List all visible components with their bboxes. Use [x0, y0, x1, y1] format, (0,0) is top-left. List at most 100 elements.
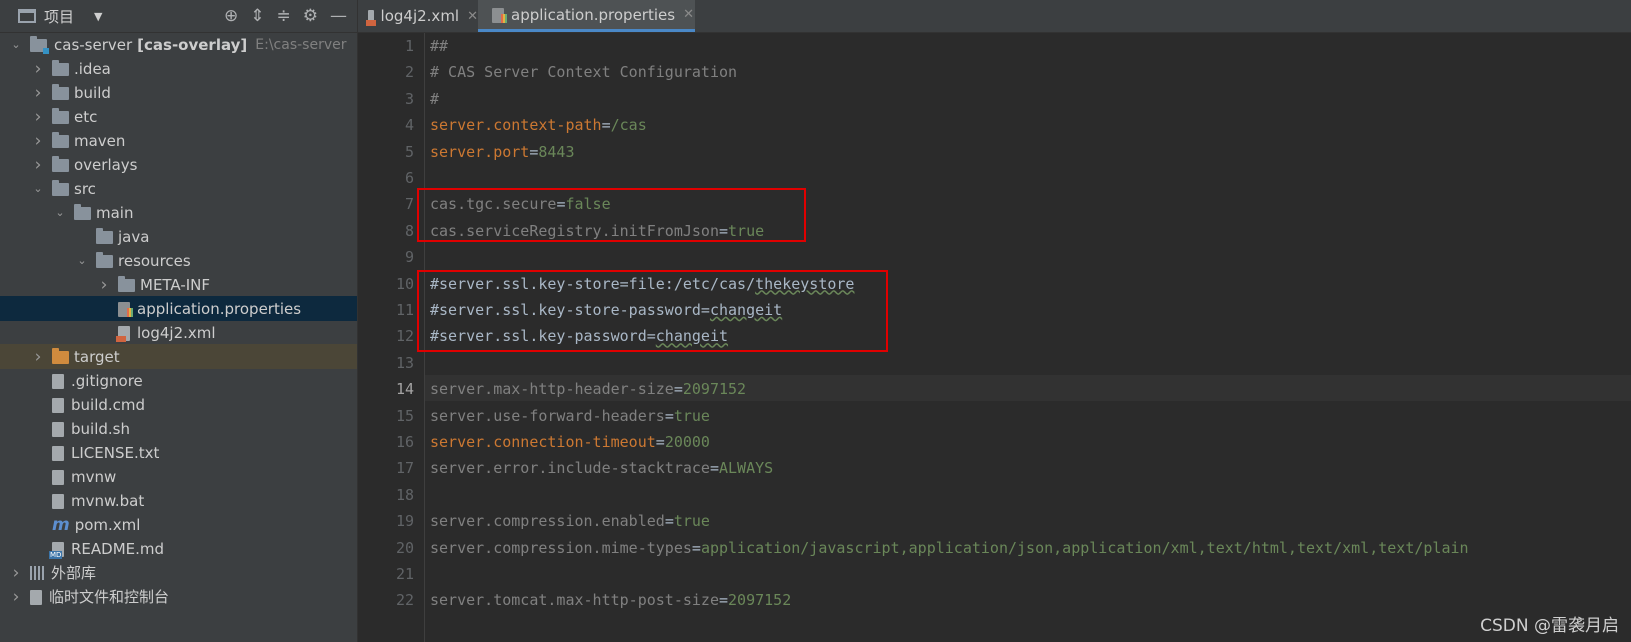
minimize-icon[interactable]: — — [330, 6, 347, 26]
tree-item[interactable]: java — [0, 224, 357, 249]
code-line[interactable]: server.use-forward-headers=true — [430, 407, 710, 425]
line-number: 13 — [395, 353, 414, 372]
tree-item[interactable]: › 临时文件和控制台 — [0, 584, 357, 609]
close-icon[interactable]: ✕ — [467, 9, 478, 24]
code-line[interactable]: # CAS Server Context Configuration — [430, 63, 737, 81]
code-editor[interactable]: 1 2 3 4 5 6 7 8 9 10 11 12 13 14 15 16 17 18 19 20 21 22 ## # … — [358, 33, 1631, 642]
tree-item[interactable]: mvnw — [0, 464, 357, 489]
code-line[interactable]: ## — [430, 37, 448, 55]
code-line[interactable]: server.error.include-stacktrace=ALWAYS — [430, 459, 773, 477]
code-token: /cas — [610, 116, 647, 135]
tab-log4j2-xml[interactable]: log4j2.xml ✕ — [358, 0, 478, 32]
tree-item[interactable]: log4j2.xml — [0, 320, 357, 345]
tree-item[interactable]: LICENSE.txt — [0, 440, 357, 465]
tree-item[interactable]: › target — [0, 344, 357, 369]
project-panel-header: 项目 ▼ ⊕ ⇕ ≑ ⚙ — — [0, 0, 357, 33]
chevron-right-icon[interactable]: › — [32, 59, 44, 79]
chevron-down-icon[interactable]: ⌄ — [32, 182, 44, 195]
chevron-down-icon[interactable]: ⌄ — [76, 254, 88, 267]
properties-file-icon — [118, 302, 133, 317]
tree-item-label: META-INF — [140, 275, 211, 294]
line-number: 16 — [395, 433, 414, 451]
xml-file-icon — [366, 9, 376, 26]
tree-item[interactable]: application.properties — [0, 296, 357, 321]
chevron-right-icon[interactable]: › — [32, 131, 44, 151]
tree-item[interactable]: README.md — [0, 536, 357, 561]
folder-icon — [74, 204, 91, 220]
tree-item-label: mvnw — [71, 467, 117, 486]
chevron-down-icon[interactable]: ⌄ — [54, 206, 66, 219]
line-number: 1 — [404, 37, 414, 55]
tree-item[interactable]: ⌄ main — [0, 200, 357, 225]
tree-item[interactable]: › META-INF — [0, 272, 357, 297]
tree-item-label: build.sh — [71, 419, 130, 438]
code-line[interactable]: # — [430, 90, 439, 108]
chevron-right-icon[interactable]: › — [98, 275, 110, 295]
line-number: 4 — [404, 116, 414, 135]
tree-item[interactable]: build.cmd — [0, 392, 357, 417]
chevron-down-icon[interactable]: ⌄ — [10, 38, 22, 51]
chevron-right-icon[interactable]: › — [32, 347, 44, 367]
tree-item[interactable]: build.sh — [0, 416, 357, 441]
code-token: server.compression.mime-types — [430, 538, 692, 557]
project-panel-title[interactable]: 项目 — [44, 6, 74, 27]
collapse-all-icon[interactable]: ≑ — [277, 6, 291, 26]
chevron-right-icon[interactable]: › — [32, 107, 44, 127]
gear-icon[interactable]: ⚙ — [303, 6, 318, 26]
tree-item[interactable]: ⌄ resources — [0, 248, 357, 273]
file-icon — [52, 422, 64, 437]
tree-item[interactable]: › .idea — [0, 56, 357, 81]
code-line[interactable]: server.compression.enabled=true — [430, 512, 710, 530]
line-number: 5 — [404, 142, 414, 161]
folder-icon — [52, 180, 69, 196]
code-token: # CAS Server Context Configuration — [430, 63, 738, 82]
tree-item[interactable]: › etc — [0, 104, 357, 129]
tree-item[interactable]: ⌄ src — [0, 176, 357, 201]
code-line[interactable]: server.max-http-header-size=2097152 — [430, 380, 746, 398]
chevron-right-icon[interactable]: › — [10, 563, 22, 583]
folder-icon — [52, 156, 69, 172]
line-number: 19 — [395, 512, 414, 531]
chevron-right-icon[interactable]: › — [10, 587, 22, 607]
tree-item[interactable]: › maven — [0, 128, 357, 153]
code-line[interactable]: server.tomcat.max-http-post-size=2097152 — [430, 591, 791, 609]
tree-item[interactable]: m pom.xml — [0, 512, 357, 537]
locate-icon[interactable]: ⊕ — [224, 6, 238, 26]
tree-item-label: .idea — [74, 59, 111, 78]
code-token: 20000 — [664, 433, 710, 451]
tree-item[interactable]: .gitignore — [0, 368, 357, 393]
tree-item-label: pom.xml — [74, 515, 141, 534]
code-line[interactable]: server.compression.mime-types=applicatio… — [430, 539, 1469, 557]
tree-item-label: log4j2.xml — [137, 323, 216, 342]
code-line[interactable]: server.context-path=/cas — [430, 116, 647, 134]
code-line[interactable]: server.connection-timeout=20000 — [430, 433, 710, 451]
tree-item[interactable]: mvnw.bat — [0, 488, 357, 513]
code-token: = — [718, 591, 729, 610]
tab-application-properties[interactable]: application.properties ✕ — [478, 0, 695, 32]
tree-item-label: main — [96, 203, 134, 222]
markdown-file-icon — [49, 542, 64, 559]
tree-item-label: cas-server — [54, 35, 133, 54]
project-window-icon — [18, 9, 36, 23]
code-line[interactable]: server.port=8443 — [430, 143, 575, 161]
chevron-right-icon[interactable]: › — [32, 83, 44, 103]
tree-item[interactable]: ⌄ cas-server [cas-overlay] E:\cas-server — [0, 32, 357, 57]
tree-item-label: .gitignore — [71, 371, 143, 390]
library-icon — [30, 565, 45, 580]
chevron-right-icon[interactable]: › — [32, 155, 44, 175]
folder-icon — [52, 60, 69, 76]
line-number: 12 — [395, 327, 414, 346]
tree-item[interactable]: › build — [0, 80, 357, 105]
tree-item[interactable]: › overlays — [0, 152, 357, 177]
file-icon — [52, 446, 64, 461]
tree-item-label: 临时文件和控制台 — [49, 588, 170, 606]
file-icon — [52, 494, 64, 509]
close-icon[interactable]: ✕ — [683, 7, 694, 22]
expand-all-icon[interactable]: ⇕ — [250, 6, 264, 26]
tree-item-label: overlays — [74, 155, 138, 174]
chevron-down-icon[interactable]: ▼ — [94, 10, 102, 23]
tree-item[interactable]: › 外部库 — [0, 560, 357, 585]
maven-icon: m — [52, 514, 70, 535]
line-number: 14 — [395, 380, 414, 399]
project-panel: 项目 ▼ ⊕ ⇕ ≑ ⚙ — ⌄ cas-server [cas-overlay] E… — [0, 0, 358, 642]
